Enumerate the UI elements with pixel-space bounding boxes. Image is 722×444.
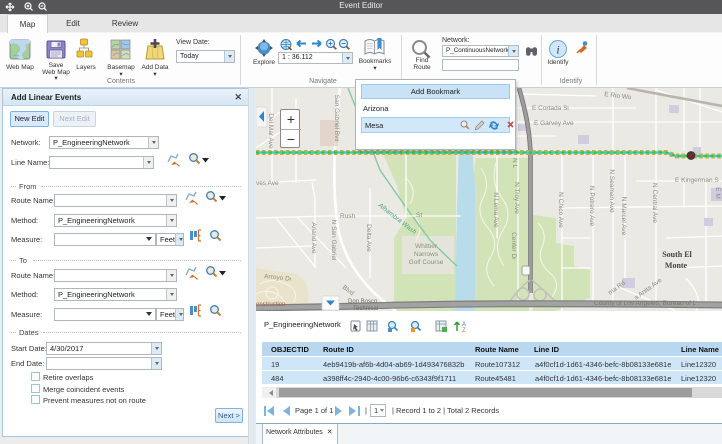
svg-text:Monte: Monte	[665, 261, 688, 270]
svg-text:N Lema Ave: N Lema Ave	[492, 192, 499, 228]
svg-text:E Cortada St: E Cortada St	[532, 105, 569, 112]
svg-text:Del Mar Ave: Del Mar Ave	[267, 113, 274, 149]
svg-text:Narrows: Narrows	[414, 251, 439, 258]
svg-text:Don Bosco: Don Bosco	[348, 299, 378, 305]
svg-text:Ariand Ave: Ariand Ave	[310, 222, 317, 254]
svg-text:E Kingerman S: E Kingerman S	[675, 177, 719, 184]
svg-text:Rush: Rush	[340, 213, 356, 220]
svg-text:i: i	[556, 43, 559, 57]
svg-text:ves Ave: ves Ave	[256, 180, 279, 187]
svg-text:Whittier: Whittier	[415, 243, 438, 250]
svg-text:Center Dr: Center Dr	[510, 232, 517, 260]
svg-text:N Seaman Ave: N Seaman Ave	[608, 169, 615, 213]
svg-text:San Gabriel Bvd: San Gabriel Bvd	[333, 95, 340, 142]
svg-text:N Marcel Ave: N Marcel Ave	[620, 197, 627, 236]
svg-text:N Troy Ave: N Troy Ave	[513, 182, 520, 214]
svg-text:N Potrero Ave: N Potrero Ave	[588, 186, 595, 227]
svg-text:Golf Course: Golf Course	[409, 259, 444, 266]
svg-text:E M: E M	[714, 187, 721, 199]
svg-text:N Chico Ave: N Chico Ave	[557, 192, 564, 228]
svg-text:E Garvey Ave: E Garvey Ave	[534, 120, 574, 127]
svg-text:County of Los Angeles, Bureau: County of Los Angeles, Bureau of L	[594, 300, 697, 307]
svg-text:St: St	[416, 212, 422, 219]
svg-text:N L: N L	[511, 158, 518, 169]
svg-text:Delta Ave: Delta Ave	[365, 224, 372, 252]
svg-text:N Central Ave: N Central Ave	[651, 183, 658, 223]
svg-text:N San Gabriel: N San Gabriel	[330, 220, 337, 261]
svg-text:Z: Z	[462, 328, 466, 333]
svg-text:South El: South El	[662, 250, 692, 259]
svg-text:onstruction: onstruction	[256, 302, 285, 308]
